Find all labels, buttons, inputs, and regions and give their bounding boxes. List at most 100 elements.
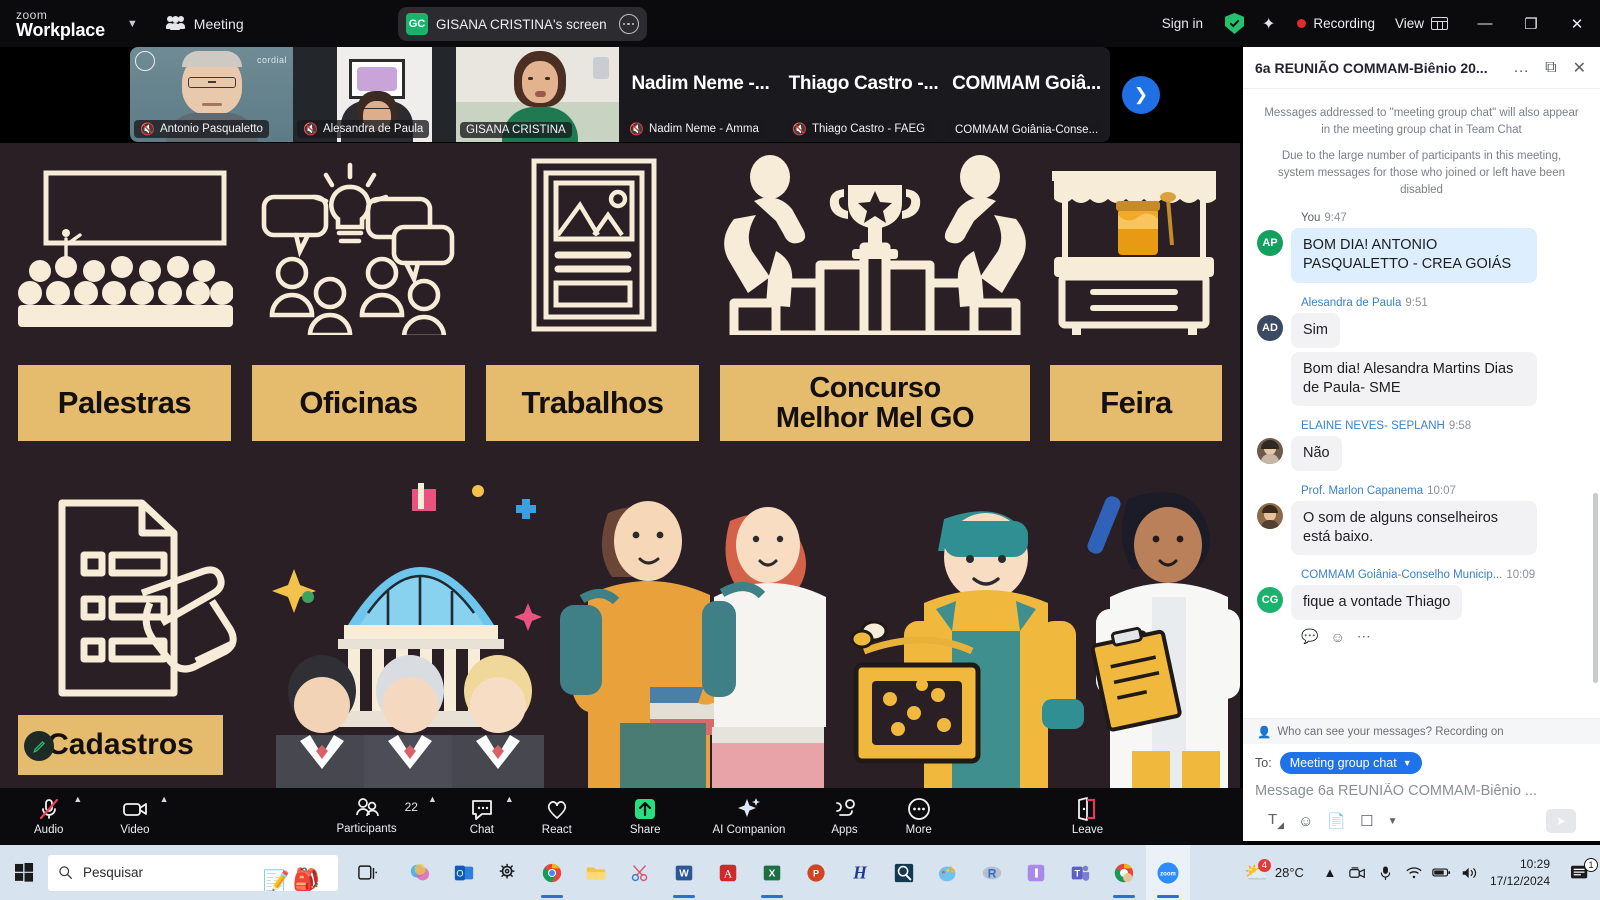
participants-group-icon xyxy=(165,16,186,31)
video-tile[interactable]: cordial 🔇 Antonio Pasqualetto xyxy=(130,47,293,142)
h-app-icon[interactable]: H xyxy=(838,845,882,900)
acrobat-icon[interactable]: A xyxy=(706,845,750,900)
settings-icon[interactable] xyxy=(486,845,530,900)
tray-microphone-icon[interactable] xyxy=(1372,865,1400,881)
chat-message-input[interactable]: Message 6a REUNIÃO COMMAM-Biênio ... xyxy=(1255,783,1588,799)
audio-options-chevron-icon[interactable]: ▲ xyxy=(73,794,82,804)
chat-bubble[interactable]: fique a vontade Thiago xyxy=(1291,585,1463,621)
word-icon[interactable]: W xyxy=(662,845,706,900)
zoom-logo: zoom Workplace xyxy=(16,9,105,39)
toolbar-chat-button[interactable]: Chat xyxy=(469,788,495,845)
tray-wifi-icon[interactable] xyxy=(1400,866,1428,879)
chat-close-icon[interactable]: ✕ xyxy=(1569,56,1590,80)
toolbar-leave-button[interactable]: Leave xyxy=(1072,788,1103,845)
emoji-icon[interactable]: ☺ xyxy=(1330,629,1344,645)
maximize-button[interactable]: ❐ xyxy=(1508,0,1554,47)
participants-filmstrip[interactable]: cordial 🔇 Antonio Pasqualetto 🔇 Alesandr… xyxy=(130,47,1110,142)
filmstrip-next-button[interactable]: ❯ xyxy=(1122,76,1160,114)
search-q-icon[interactable] xyxy=(882,845,926,900)
tray-expand-chevron-icon[interactable]: ▲ xyxy=(1316,865,1344,880)
chat-options-chevron-icon[interactable]: ▲ xyxy=(505,794,514,804)
slide-card-row: Palestras Oficinas Trabalhos Concurso Me… xyxy=(0,365,1240,441)
file-icon[interactable]: 📄 xyxy=(1327,812,1346,830)
ai-sparkle-icon[interactable]: ✦ xyxy=(1262,14,1275,34)
paint-scissors-icon[interactable] xyxy=(618,845,662,900)
format-icon[interactable]: T◢ xyxy=(1268,811,1284,831)
teams-icon[interactable]: T xyxy=(1058,845,1102,900)
antivirus-icon[interactable] xyxy=(1014,845,1058,900)
toolbar-ai-companion-button[interactable]: AI Companion xyxy=(713,788,785,845)
annotation-pen-icon[interactable] xyxy=(24,731,54,761)
screenshot-icon[interactable]: ☐ xyxy=(1360,812,1373,830)
rstudio-icon[interactable]: R xyxy=(970,845,1014,900)
chrome-profile-icon[interactable] xyxy=(1102,845,1146,900)
tray-volume-icon[interactable] xyxy=(1456,866,1484,880)
chat-bubble[interactable]: Bom dia! Alesandra Martins Dias de Paula… xyxy=(1291,351,1537,406)
chat-reaction-bar[interactable]: 💬 ☺ ⋯ xyxy=(1301,628,1586,645)
video-tile[interactable]: 🔇 Alesandra de Paula xyxy=(293,47,456,142)
toolbar-participants-button[interactable]: Participants 22 xyxy=(336,788,418,845)
video-options-chevron-icon[interactable]: ▲ xyxy=(160,794,169,804)
slide-bottom-card-label: Cadastros xyxy=(47,728,194,761)
chat-message-list[interactable]: Messages addressed to "meeting group cha… xyxy=(1243,89,1600,718)
chat-scrollbar[interactable] xyxy=(1593,493,1598,683)
toolbar-share-button[interactable]: Share xyxy=(630,788,661,845)
file-explorer-icon[interactable] xyxy=(574,845,618,900)
tray-battery-icon[interactable] xyxy=(1428,867,1456,878)
chevron-down-icon[interactable]: ▼ xyxy=(1388,816,1398,827)
weather-widget[interactable]: ⛅ 4 28°C xyxy=(1232,858,1316,885)
toolbar-audio-button[interactable]: Audio xyxy=(34,788,63,845)
taskview-button[interactable] xyxy=(346,845,390,900)
chat-privacy-note[interactable]: 👤 Who can see your messages? Recording o… xyxy=(1243,718,1600,744)
outlook-icon[interactable]: O xyxy=(442,845,486,900)
chat-compose-toolbar: T◢ ☺ 📄 ☐ ▼ ➤ xyxy=(1255,799,1588,837)
tray-camera-icon[interactable] xyxy=(1344,866,1372,880)
chat-bubble[interactable]: BOM DIA! ANTONIO PASQUALETTO - CREA GOIÁ… xyxy=(1291,228,1537,283)
chat-icon xyxy=(469,797,495,821)
excel-icon[interactable]: X xyxy=(750,845,794,900)
toolbar-video-button[interactable]: Video xyxy=(120,788,150,845)
tile-display-name: COMMAM Goiâ... xyxy=(952,73,1101,94)
toolbar-react-button[interactable]: React xyxy=(542,788,572,845)
send-button[interactable]: ➤ xyxy=(1546,809,1576,833)
video-tile[interactable]: COMMAM Goiâ... COMMAM Goiânia-Conse... xyxy=(945,47,1108,142)
notification-center-button[interactable]: 1 xyxy=(1560,857,1600,882)
workspace-chevron-down-icon[interactable]: ▼ xyxy=(127,18,138,30)
share-options-icon[interactable] xyxy=(618,14,639,34)
chrome-icon[interactable] xyxy=(530,845,574,900)
more-icon[interactable]: ⋯ xyxy=(1357,628,1371,645)
security-shield-icon[interactable] xyxy=(1225,13,1245,34)
emoji-icon[interactable]: ☺ xyxy=(1298,813,1313,830)
video-tile[interactable]: Nadim Neme -... 🔇 Nadim Neme - Amma xyxy=(619,47,782,142)
taskbar-clock[interactable]: 10:29 17/12/2024 xyxy=(1484,856,1560,888)
zoom-icon[interactable]: zoom xyxy=(1146,845,1190,900)
slide-card-label: Palestras xyxy=(57,384,192,420)
paint-icon[interactable] xyxy=(926,845,970,900)
reply-icon[interactable]: 💬 xyxy=(1301,628,1318,645)
copilot-icon[interactable] xyxy=(398,845,442,900)
chat-more-icon[interactable]: … xyxy=(1509,57,1533,79)
recording-indicator[interactable]: Recording xyxy=(1297,16,1375,31)
video-tile-active-speaker[interactable]: GISANA CRISTINA xyxy=(456,47,619,142)
participants-options-chevron-icon[interactable]: ▲ xyxy=(428,794,437,804)
slide-card-label-line1: Concurso xyxy=(809,371,941,404)
chat-timestamp: 10:07 xyxy=(1427,485,1456,498)
chat-bubble[interactable]: Sim xyxy=(1291,312,1340,348)
close-button[interactable]: ✕ xyxy=(1554,0,1600,47)
powerpoint-icon[interactable]: P xyxy=(794,845,838,900)
minimize-button[interactable]: — xyxy=(1462,0,1508,47)
chat-bubble[interactable]: Não xyxy=(1291,435,1342,472)
video-tile[interactable]: Thiago Castro -... 🔇 Thiago Castro - FAE… xyxy=(782,47,945,142)
sign-in-button[interactable]: Sign in xyxy=(1148,16,1217,31)
taskbar-search-box[interactable]: Pesquisar 📝 🎒 xyxy=(48,854,338,891)
sharing-status-pill[interactable]: GC GISANA CRISTINA's screen xyxy=(398,7,647,41)
chat-message-group: COMMAM Goiânia-Conselho Municip... 10:09 … xyxy=(1257,569,1586,645)
toolbar-apps-button[interactable]: Apps xyxy=(831,788,858,845)
chat-recipient-dropdown[interactable]: Meeting group chat ▼ xyxy=(1279,752,1422,774)
start-button[interactable] xyxy=(0,863,48,882)
meeting-tab[interactable]: Meeting xyxy=(165,16,244,32)
toolbar-more-button[interactable]: More xyxy=(906,788,932,845)
chat-bubble[interactable]: O som de alguns conselheiros está baixo. xyxy=(1291,501,1537,556)
chat-popout-icon[interactable]: ⧉ xyxy=(1541,57,1560,79)
view-button[interactable]: View xyxy=(1395,16,1448,31)
